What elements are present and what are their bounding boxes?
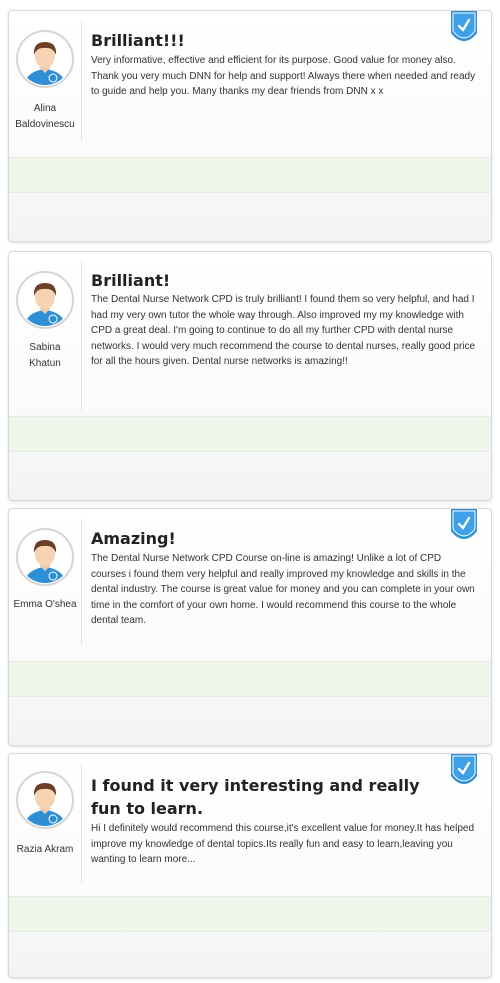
author-name: Sabina Khatun [9,340,81,372]
card-divider [81,262,82,410]
author-name-line: Sabina [29,342,61,353]
card-footer-band [9,661,491,697]
testimonial-card: Razia Akram I found it very interesting … [8,753,492,978]
card-footer-band [9,416,491,452]
card-divider [81,764,82,882]
card-divider [81,21,82,141]
testimonial-text: Hi I definitely would recommend this cou… [91,823,475,865]
author-name-line: Khatun [29,358,61,369]
card-divider [81,519,82,645]
testimonial-text: Very informative, effective and efficien… [91,55,476,97]
author-name: Razia Akram [9,842,81,858]
author-name-line: Emma O'shea [13,599,77,610]
testimonial-text: The Dental Nurse Network CPD Course on-l… [91,553,475,626]
author-name-line: Razia Akram [16,844,74,855]
user-avatar-icon [16,771,74,829]
testimonial-title: Brilliant! [91,271,171,290]
verified-check-badge-icon [451,509,477,539]
testimonial-title: Amazing! [91,529,176,548]
verified-check-badge-icon [451,11,477,41]
testimonial-title: Brilliant!!! [91,31,185,50]
verified-check-badge-icon [451,754,477,784]
testimonial-card: Alina Baldovinescu Brilliant!!! Very inf… [8,10,492,242]
user-avatar-icon [16,30,74,88]
author-name-line: Baldovinescu [15,119,75,130]
author-name-line: Alina [33,103,57,114]
author-name: Alina Baldovinescu [9,101,81,133]
testimonial-card: Sabina Khatun Brilliant! The Dental Nurs… [8,251,492,501]
user-avatar-icon [16,528,74,586]
testimonial-card: Emma O'shea Amazing! The Dental Nurse Ne… [8,508,492,746]
testimonial-title: I found it very interesting and really f… [91,776,420,818]
card-footer-band [9,157,491,193]
card-footer-band [9,896,491,932]
author-name: Emma O'shea [9,597,81,613]
testimonial-text: The Dental Nurse Network CPD is truly br… [91,294,476,367]
user-avatar-icon [16,271,74,329]
